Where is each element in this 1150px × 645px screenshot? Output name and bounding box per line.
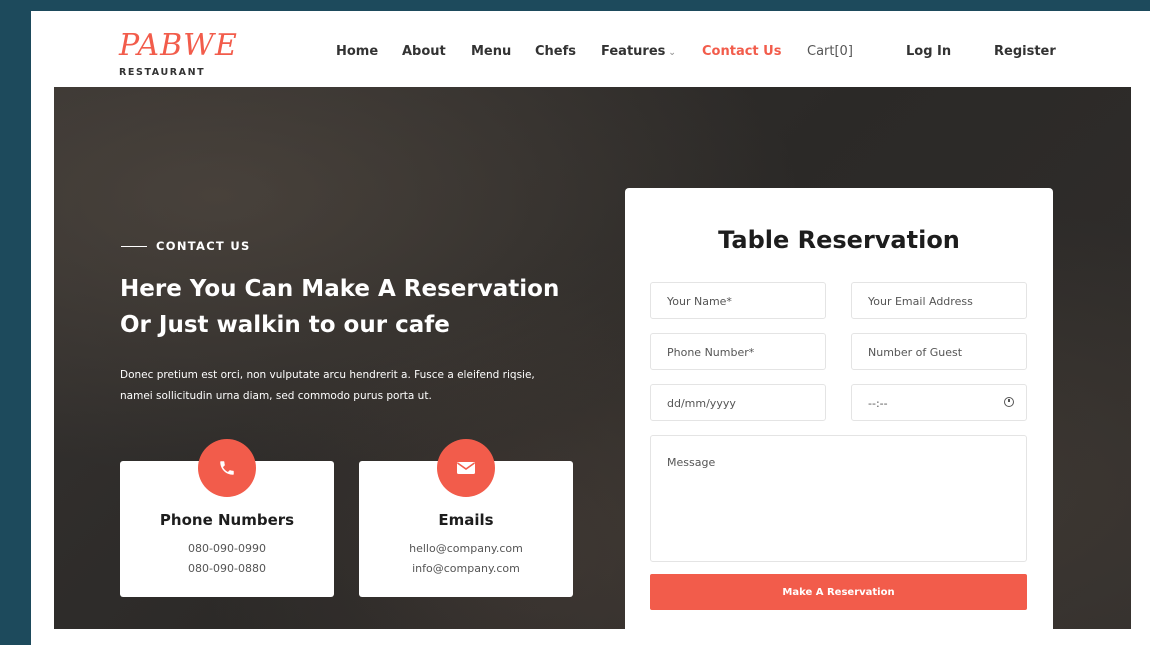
guests-input[interactable]: Number of Guest (851, 333, 1027, 370)
hero-paragraph: Donec pretium est orci, non vulputate ar… (120, 369, 535, 402)
time-placeholder: --:-- (868, 397, 888, 410)
date-input[interactable]: dd/mm/yyyy (650, 384, 826, 421)
email-address-1[interactable]: hello@company.com (359, 542, 573, 555)
phone-card: Phone Numbers 080-090-0990 080-090-0880 (120, 439, 334, 597)
nav-register[interactable]: Register (994, 44, 1056, 59)
reservation-form: Table Reservation Your Name* Your Email … (625, 188, 1053, 630)
make-reservation-button[interactable]: Make A Reservation (650, 574, 1027, 610)
nav-features[interactable]: Features ⌄ (601, 44, 676, 59)
eyebrow-label: CONTACT US (156, 239, 251, 253)
logo-subtitle: RESTAURANT (119, 67, 206, 78)
logo-wordmark: PABWE (119, 28, 238, 63)
nav-about[interactable]: About (402, 44, 446, 59)
nav-features-label: Features (601, 44, 666, 59)
email-input[interactable]: Your Email Address (851, 282, 1027, 319)
nav-contact-us[interactable]: Contact Us (702, 44, 781, 59)
phone-icon (198, 439, 256, 497)
hero-headline: Here You Can Make A Reservation Or Just … (120, 276, 560, 338)
chevron-down-icon: ⌄ (668, 48, 676, 58)
email-card: Emails hello@company.com info@company.co… (359, 439, 573, 597)
email-card-title: Emails (438, 511, 494, 529)
eyebrow-divider (121, 245, 147, 247)
nav-cart[interactable]: Cart[0] (807, 44, 853, 59)
phone-input[interactable]: Phone Number* (650, 333, 826, 370)
nav-menu[interactable]: Menu (471, 44, 511, 59)
time-input[interactable]: --:-- (851, 384, 1027, 421)
phone-number-2[interactable]: 080-090-0880 (120, 562, 334, 575)
message-textarea[interactable]: Message (650, 435, 1027, 562)
nav-home[interactable]: Home (336, 44, 378, 59)
clock-icon[interactable] (1004, 397, 1014, 407)
nav-login[interactable]: Log In (906, 44, 951, 59)
nav-chefs[interactable]: Chefs (535, 44, 576, 59)
section-eyebrow: CONTACT US (121, 239, 251, 253)
form-title: Table Reservation (718, 226, 960, 254)
logo[interactable]: PABWE RESTAURANT (119, 28, 238, 79)
phone-card-title: Phone Numbers (159, 511, 295, 529)
page-frame: PABWE RESTAURANT Home About Menu Chefs F… (31, 11, 1150, 645)
phone-number-1[interactable]: 080-090-0990 (120, 542, 334, 555)
email-address-2[interactable]: info@company.com (359, 562, 573, 575)
name-input[interactable]: Your Name* (650, 282, 826, 319)
envelope-icon (437, 439, 495, 497)
